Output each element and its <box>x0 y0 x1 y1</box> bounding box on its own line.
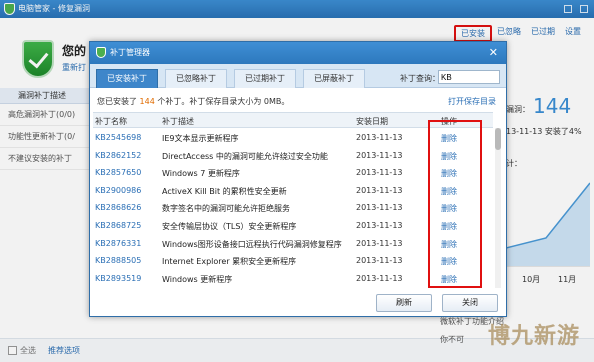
highlight-box <box>428 120 482 288</box>
patch-kb[interactable]: KB2900986 <box>95 186 141 195</box>
patch-kb[interactable]: KB2857650 <box>95 168 141 177</box>
patch-desc: ActiveX Kill Bit 的累积性安全更新 <box>162 186 287 196</box>
patch-date: 2013-11-13 <box>356 273 403 283</box>
patch-kb[interactable]: KB2893519 <box>95 274 141 283</box>
patch-desc: Internet Explorer 累积安全更新程序 <box>162 257 297 267</box>
search-label: 补丁查询： <box>400 74 440 83</box>
patch-date: 2013-11-13 <box>356 150 403 160</box>
patch-search-input[interactable] <box>438 70 500 84</box>
dialog-close-icon[interactable]: ✕ <box>489 46 498 59</box>
dialog-shield-icon <box>96 47 106 58</box>
patch-desc: DirectAccess 中的漏洞可能允许绕过安全功能 <box>162 151 328 161</box>
tab-expired[interactable]: 已过期补丁 <box>234 69 296 88</box>
patch-date: 2013-11-13 <box>356 238 403 248</box>
installed-summary: 您已安装了 144 个补丁。补丁保存目录大小为 0MB。 <box>97 96 289 107</box>
summary-count: 144 <box>139 97 155 106</box>
patch-date: 2013-11-13 <box>356 220 403 230</box>
refresh-button[interactable]: 刷新 <box>376 294 432 312</box>
patch-desc: Windows 7 更新程序 <box>162 169 240 179</box>
tab-blocked[interactable]: 已屏蔽补丁 <box>303 69 365 88</box>
patch-desc: Windows图形设备接口远程执行代码漏洞修复程序 <box>162 239 342 249</box>
patch-date: 2013-11-13 <box>356 168 403 178</box>
dialog-tabbar: 已安装补丁 已忽略补丁 已过期补丁 已屏蔽补丁 补丁查询： <box>90 64 506 88</box>
tab-installed[interactable]: 已安装补丁 <box>96 69 158 88</box>
patch-desc: IE9文本显示更新程序 <box>162 134 239 143</box>
dialog-title: 补丁管理器 <box>110 48 150 57</box>
scrollbar-thumb[interactable] <box>495 128 501 150</box>
patch-kb[interactable]: KB2888505 <box>95 256 141 265</box>
patch-desc: Windows 更新程序 <box>162 274 233 284</box>
dialog-titlebar[interactable]: 补丁管理器 ✕ <box>90 42 506 64</box>
open-save-dir-link[interactable]: 打开保存目录 <box>448 96 496 107</box>
table-scrollbar[interactable] <box>495 128 501 288</box>
col-install-date: 安装日期 <box>356 117 388 126</box>
tab-ignored[interactable]: 已忽略补丁 <box>165 69 227 88</box>
patch-manager-dialog: 补丁管理器 ✕ 已安装补丁 已忽略补丁 已过期补丁 已屏蔽补丁 补丁查询： 您已… <box>89 41 507 317</box>
summary-suffix: 个补丁。补丁保存目录大小为 0MB。 <box>154 97 290 106</box>
patch-kb[interactable]: KB2868725 <box>95 221 141 230</box>
patch-desc: 安全传输层协议（TLS）安全更新程序 <box>162 221 297 231</box>
col-patch-desc: 补丁描述 <box>162 117 194 126</box>
patch-date: 2013-11-13 <box>356 256 403 266</box>
patch-kb[interactable]: KB2545698 <box>95 133 141 142</box>
patch-kb[interactable]: KB2876331 <box>95 239 141 248</box>
close-button[interactable]: 关闭 <box>442 294 498 312</box>
patch-kb[interactable]: KB2868626 <box>95 203 141 212</box>
summary-prefix: 您已安装了 <box>97 97 140 106</box>
patch-date: 2013-11-13 <box>356 185 403 195</box>
patch-date: 2013-11-13 <box>356 133 403 142</box>
patch-date: 2013-11-13 <box>356 203 403 213</box>
patch-desc: 数字签名中的漏洞可能允许拒绝服务 <box>162 204 290 214</box>
col-patch-name: 补丁名称 <box>95 117 127 126</box>
patch-kb[interactable]: KB2862152 <box>95 151 141 160</box>
